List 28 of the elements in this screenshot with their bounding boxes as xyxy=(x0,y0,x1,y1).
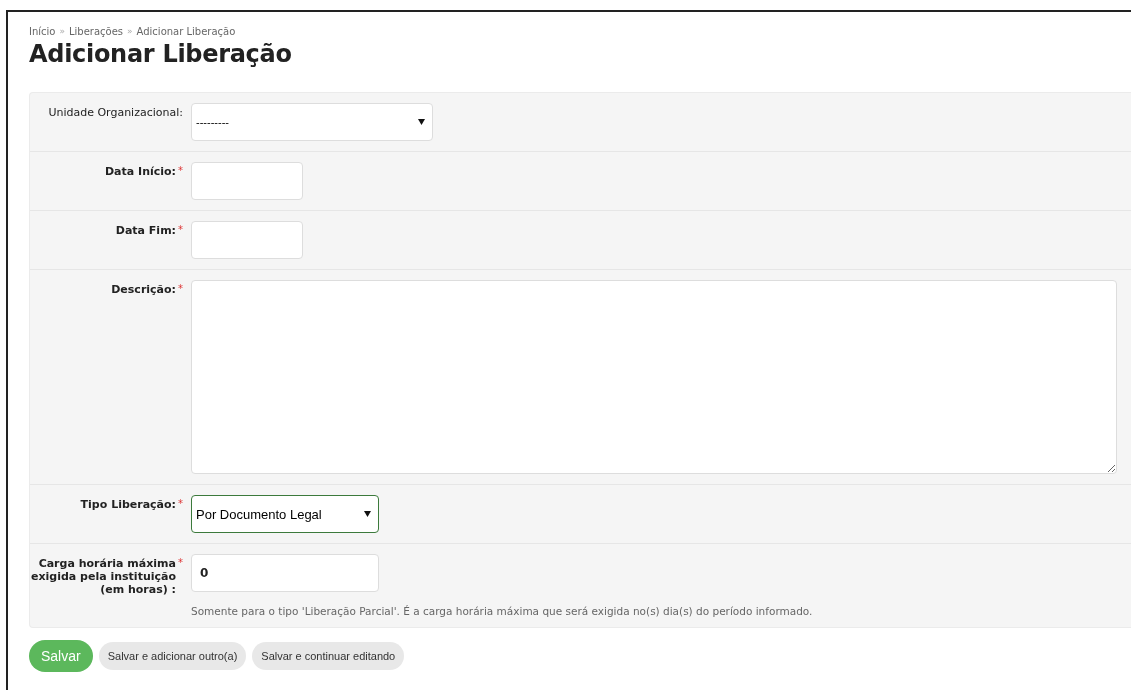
input-field[interactable]: 0 xyxy=(191,554,379,592)
field-label: Carga horária máxima exigida pela instituição (em horas) : xyxy=(30,557,176,596)
select-field[interactable]: Por Documento Legal xyxy=(191,495,379,533)
field-label: Data Fim: xyxy=(115,224,176,237)
required-mark: * xyxy=(178,498,183,509)
field-label: Data Início: xyxy=(105,165,176,178)
breadcrumb-link[interactable]: Liberações xyxy=(69,25,124,37)
page-title: Adicionar Liberação xyxy=(29,40,293,68)
breadcrumb-link[interactable]: Início xyxy=(29,25,56,37)
select-field[interactable]: --------- xyxy=(191,103,433,141)
required-mark: * xyxy=(178,557,183,568)
secondary-button[interactable]: Salvar e adicionar outro(a) xyxy=(98,642,247,670)
help-text: Somente para o tipo 'Liberação Parcial'. É a carga horária máxima que será exigida no(s) dia(s) do período informado. xyxy=(191,605,813,617)
field-label: Unidade Organizacional: xyxy=(48,106,183,119)
secondary-button[interactable]: Salvar e continuar editando xyxy=(252,642,405,670)
breadcrumb-separator: » xyxy=(127,26,133,36)
breadcrumb-current: Adicionar Liberação xyxy=(136,25,236,37)
breadcrumb-separator: » xyxy=(59,26,65,36)
caret-icon xyxy=(364,510,371,518)
field-label: Tipo Liberação: xyxy=(80,498,176,511)
caret-icon xyxy=(418,118,425,126)
field-label: Descrição: xyxy=(111,283,176,296)
input-field[interactable] xyxy=(191,162,303,200)
text-area[interactable] xyxy=(191,280,1117,474)
input-field[interactable] xyxy=(191,221,303,259)
required-mark: * xyxy=(178,283,183,294)
required-mark: * xyxy=(178,165,183,176)
required-mark: * xyxy=(178,224,183,235)
